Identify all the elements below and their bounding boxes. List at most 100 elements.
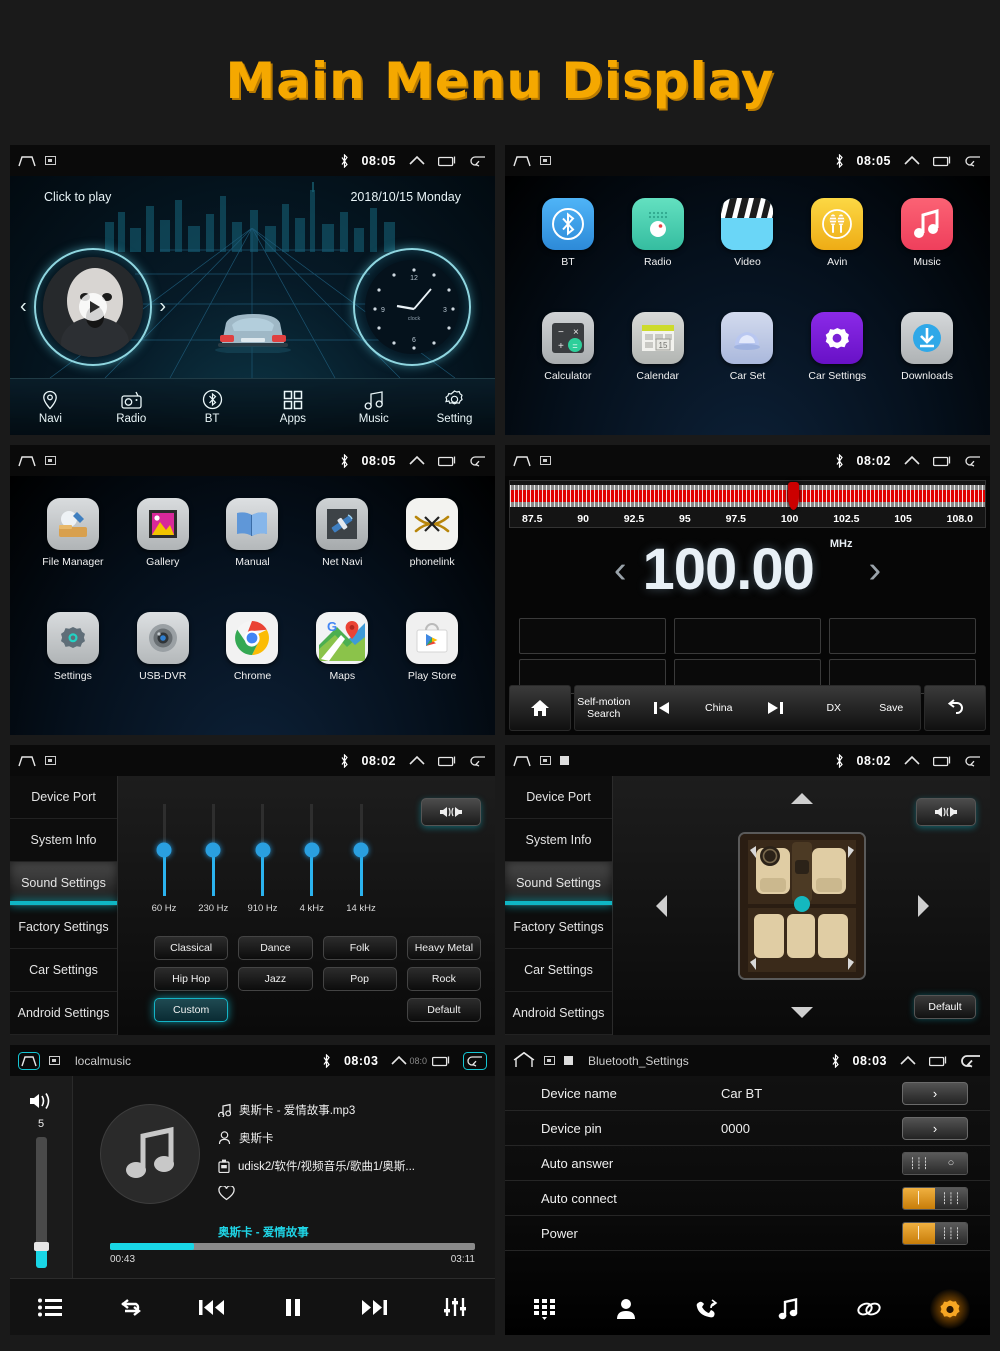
app-manual[interactable]: Manual [208, 498, 298, 612]
back-icon[interactable] [964, 155, 982, 167]
eq-band[interactable]: 14 kHz [337, 804, 385, 924]
bt-row-auto-connect[interactable]: Auto connect │ ┊┊┊ [505, 1181, 990, 1216]
car-cabin-image[interactable] [737, 831, 866, 980]
next-button[interactable] [333, 1298, 414, 1317]
dock-item-setting[interactable]: Setting [414, 379, 495, 435]
sidebar-item-factory-settings[interactable]: Factory Settings [505, 906, 612, 949]
chevron-up-icon[interactable] [904, 155, 920, 166]
preset-custom[interactable]: Custom [154, 998, 229, 1022]
tune-down-button[interactable]: ‹ [614, 549, 627, 592]
sidebar-item-device-port[interactable]: Device Port [505, 776, 612, 820]
sidebar-item-car-settings[interactable]: Car Settings [10, 949, 117, 992]
eq-band[interactable]: 4 kHz [288, 804, 336, 924]
app-net-navi[interactable]: Net Navi [297, 498, 387, 612]
next-track-arrow[interactable]: › [159, 296, 166, 319]
recent-apps-icon[interactable] [933, 755, 951, 767]
recent-apps-icon[interactable] [438, 155, 456, 167]
home-icon[interactable] [513, 1052, 535, 1069]
prev-track-arrow[interactable]: ‹ [20, 296, 27, 319]
screenshot-icon[interactable] [45, 156, 56, 165]
app-phonelink[interactable]: phonelink [387, 498, 477, 612]
dock-item-radio[interactable]: Radio [91, 379, 172, 435]
volume-slider-track[interactable] [33, 1137, 49, 1268]
preset-slot[interactable] [519, 618, 666, 654]
repeat-button[interactable] [91, 1297, 172, 1317]
back-icon[interactable] [469, 755, 487, 767]
preset-rock[interactable]: Rock [406, 967, 481, 991]
recent-apps-icon[interactable] [438, 755, 456, 767]
edit-device-pin-button[interactable]: › [902, 1116, 968, 1140]
back-button[interactable] [924, 685, 986, 731]
sidebar-item-sound-settings[interactable]: Sound Settings [505, 862, 612, 906]
region-button[interactable]: China [690, 686, 748, 730]
preset-hip-hop[interactable]: Hip Hop [154, 967, 229, 991]
dock-item-navi[interactable]: Navi [10, 379, 91, 435]
sidebar-item-device-port[interactable]: Device Port [10, 776, 117, 820]
sidebar-item-android-settings[interactable]: Android Settings [10, 992, 117, 1035]
self-motion-search-button[interactable]: Self-motion Search [575, 686, 633, 730]
preset-pop[interactable]: Pop [322, 967, 397, 991]
down-arrow-icon[interactable] [790, 1006, 814, 1019]
eq-band[interactable]: 910 Hz [239, 804, 287, 924]
tuner-marker[interactable] [787, 482, 799, 510]
screenshot-icon[interactable] [45, 456, 56, 465]
recent-apps-icon[interactable] [933, 155, 951, 167]
media-dial[interactable]: ‹ › [20, 248, 166, 366]
home-icon[interactable] [18, 1051, 40, 1070]
favorite-row[interactable] [218, 1186, 485, 1201]
app-avin[interactable]: Avin [792, 198, 882, 312]
home-icon[interactable] [513, 155, 531, 167]
left-arrow-icon[interactable] [655, 894, 668, 918]
tab-bt-music[interactable] [747, 1297, 828, 1320]
screenshot-icon[interactable] [540, 156, 551, 165]
preset-folk[interactable]: Folk [322, 936, 397, 960]
speaker-balance-button[interactable] [421, 798, 481, 826]
chevron-up-icon[interactable] [391, 1055, 408, 1066]
screenshot-icon[interactable] [49, 1056, 60, 1065]
back-icon[interactable] [469, 455, 487, 467]
back-icon[interactable] [964, 755, 982, 767]
home-button[interactable] [509, 685, 571, 731]
preset-classical[interactable]: Classical [154, 936, 229, 960]
save-button[interactable]: Save [863, 686, 921, 730]
back-icon[interactable] [960, 1053, 982, 1068]
tune-up-button[interactable]: › [869, 549, 882, 592]
tab-pair-link[interactable] [828, 1299, 909, 1319]
sidebar-item-factory-settings[interactable]: Factory Settings [10, 906, 117, 949]
chevron-up-icon[interactable] [904, 455, 920, 466]
playlist-button[interactable] [10, 1298, 91, 1317]
tab-settings[interactable] [909, 1288, 990, 1329]
volume-control[interactable]: 5 [10, 1076, 73, 1278]
previous-station-button[interactable] [633, 686, 691, 730]
clock-dial[interactable]: 12 3 6 9 clock [353, 248, 471, 366]
recent-apps-icon[interactable] [929, 1055, 947, 1067]
home-icon[interactable] [513, 755, 531, 767]
preset-heavy-metal[interactable]: Heavy Metal [406, 936, 481, 960]
tab-call-history[interactable] [667, 1298, 748, 1320]
app-car-settings[interactable]: Car Settings [792, 311, 882, 426]
app-file-manager[interactable]: File Manager [28, 498, 118, 612]
tab-contacts[interactable] [586, 1298, 667, 1320]
next-station-button[interactable] [748, 686, 806, 730]
preset-dance[interactable]: Dance [238, 936, 313, 960]
home-icon[interactable] [513, 455, 531, 467]
home-icon[interactable] [18, 155, 36, 167]
previous-button[interactable] [172, 1298, 253, 1317]
recent-apps-icon[interactable] [933, 455, 951, 467]
app-calendar[interactable]: 15 Calendar [613, 311, 703, 426]
bt-row-device-pin[interactable]: Device pin 0000 › [505, 1111, 990, 1146]
app-settings[interactable]: Settings [28, 611, 118, 726]
sidebar-item-car-settings[interactable]: Car Settings [505, 949, 612, 992]
app-bt[interactable]: BT [523, 198, 613, 312]
back-icon[interactable] [469, 155, 487, 167]
chevron-up-icon[interactable] [409, 755, 425, 766]
app-downloads[interactable]: Downloads [882, 311, 972, 426]
app-car-set[interactable]: Car Set [703, 311, 793, 426]
app-gallery[interactable]: Gallery [118, 498, 208, 612]
volume-slider-knob[interactable] [33, 1241, 49, 1251]
eq-band[interactable]: 230 Hz [189, 804, 237, 924]
equalizer-button[interactable] [414, 1297, 495, 1317]
screenshot-icon[interactable] [45, 756, 56, 765]
preset-jazz[interactable]: Jazz [238, 967, 313, 991]
sidebar-item-android-settings[interactable]: Android Settings [505, 992, 612, 1035]
